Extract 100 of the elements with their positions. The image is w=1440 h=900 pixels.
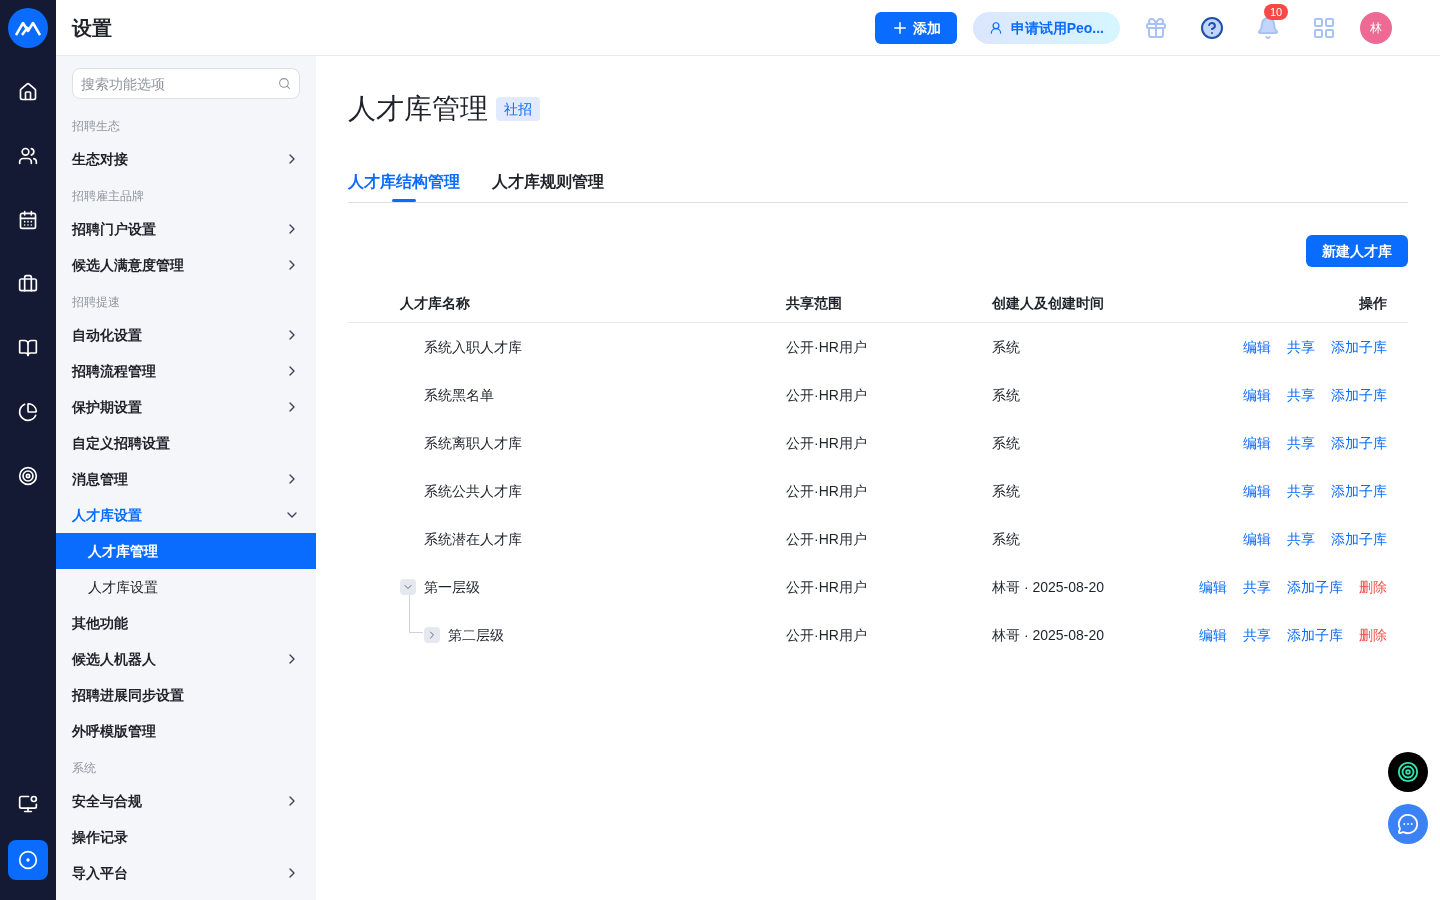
action-link[interactable]: 共享 [1287,481,1315,501]
sidebar-item[interactable]: 招聘门户设置 [56,211,316,247]
action-link[interactable]: 编辑 [1243,529,1271,549]
sidebar-item[interactable]: 自定义招聘设置 [56,425,316,461]
action-link[interactable]: 编辑 [1199,577,1227,597]
table-cell-text: 公开·HR用户 [786,578,868,597]
table-cell-text: 系统 [992,338,1021,357]
logo-icon [8,8,48,48]
monitor-icon [18,794,38,814]
action-link[interactable]: 共享 [1243,577,1271,597]
table-cell-text: 林哥 · 2025-08-20 [992,578,1106,597]
delete-link[interactable]: 删除 [1359,625,1387,645]
pie-chart-icon [18,402,38,422]
sidebar-item[interactable]: 导入平台 [56,855,316,891]
action-link[interactable]: 添加子库 [1331,481,1387,501]
sidebar-item[interactable]: 操作记录 [56,819,316,855]
new-talent-pool-button[interactable]: 新建人才库 [1306,235,1408,267]
table-cell-text: 系统 [992,482,1021,501]
briefcase-icon [18,274,38,294]
action-link[interactable]: 添加子库 [1287,625,1343,645]
table-cell-text: 系统 [992,386,1021,405]
table-cell-text: 公开·HR用户 [786,434,868,453]
chat-button[interactable] [1388,804,1428,844]
settings-button[interactable] [8,840,48,880]
target-icon [1397,761,1419,783]
sidebar-item[interactable]: 外呼模版管理 [56,713,316,749]
action-link[interactable]: 添加子库 [1331,337,1387,357]
action-link[interactable]: 添加子库 [1331,385,1387,405]
category-tag: 社招 [496,97,540,121]
action-link[interactable]: 编辑 [1243,337,1271,357]
settings-icon [18,850,38,870]
table-cell-text: 林哥 · 2025-08-20 [992,626,1106,645]
table-cell-text: 公开·HR用户 [786,338,868,357]
add-button[interactable]: 添加 [874,11,957,44]
column-header: 操作 [1358,293,1387,313]
table-cell-text: 公开·HR用户 [786,530,868,549]
table-cell-text: 系统 [992,530,1021,549]
trial-button[interactable]: 申请试用Peo... [972,11,1120,44]
action-link[interactable]: 编辑 [1243,385,1271,405]
table-cell-text: 系统潜在人才库 [424,530,522,549]
sidebar-item[interactable]: 消息管理 [56,461,316,497]
search-input[interactable]: 搜索功能选项 [81,73,278,94]
table-cell-text: 系统黑名单 [424,386,494,405]
action-link[interactable]: 编辑 [1243,481,1271,501]
calendar-icon [18,210,38,230]
tab[interactable]: 人才库结构管理 [348,170,460,202]
table-cell-text: 系统公共人才库 [424,482,522,501]
page-header-title: 设置 [72,15,112,41]
table-cell-text: 公开·HR用户 [786,626,868,645]
table-cell-text: 系统 [992,434,1021,453]
action-link[interactable]: 编辑 [1243,433,1271,453]
table-cell-text: 公开·HR用户 [786,482,868,501]
column-header: 人才库名称 [400,293,471,313]
group-label: 招聘雇主品牌 [72,188,144,204]
sidebar-item[interactable]: 自动化设置 [56,317,316,353]
action-link[interactable]: 添加子库 [1287,577,1343,597]
action-link[interactable]: 添加子库 [1331,529,1387,549]
group-label: 招聘提速 [72,294,120,310]
page-title: 人才库管理 [348,92,488,126]
action-link[interactable]: 共享 [1287,529,1315,549]
user-avatar[interactable]: 林 [1360,11,1392,44]
expand-toggle[interactable] [424,627,440,643]
action-link[interactable]: 共享 [1287,433,1315,453]
expand-toggle[interactable] [400,579,416,595]
sidebar-item[interactable]: 招聘流程管理 [56,353,316,389]
book-icon [18,338,38,358]
tab[interactable]: 人才库规则管理 [492,170,604,202]
action-link[interactable]: 共享 [1243,625,1271,645]
table-cell-text: 系统离职人才库 [424,434,522,453]
action-link[interactable]: 添加子库 [1331,433,1387,453]
sidebar-item[interactable]: 候选人满意度管理 [56,247,316,283]
people-icon [18,146,38,166]
sidebar-item[interactable]: 安全与合规 [56,783,316,819]
chat-icon [1397,813,1419,835]
target-icon [18,466,38,486]
search-icon [278,77,291,90]
column-header: 创建人及创建时间 [992,293,1105,313]
sidebar-item[interactable]: 保护期设置 [56,389,316,425]
sidebar-item[interactable]: 人才库设置 [56,497,316,533]
tree-connector-line [409,595,423,633]
bell-icon[interactable] [1256,15,1280,40]
action-link[interactable]: 编辑 [1199,625,1227,645]
action-link[interactable]: 共享 [1287,385,1315,405]
action-link[interactable]: 共享 [1287,337,1315,357]
sidebar-item[interactable]: 候选人机器人 [56,641,316,677]
delete-link[interactable]: 删除 [1359,577,1387,597]
search-field[interactable]: 搜索功能选项 [72,68,300,99]
assistant-button[interactable] [1388,752,1428,792]
sidebar-item[interactable]: 招聘进展同步设置 [56,677,316,713]
sidebar-item[interactable]: 生态对接 [56,141,316,177]
help-icon[interactable] [1200,15,1224,40]
notification-badge: 10 [1264,3,1289,20]
table-cell-text: 第二层级 [448,626,504,645]
sidebar-subitem[interactable]: 人才库设置 [56,569,316,605]
sidebar-item[interactable]: 其他功能 [56,605,316,641]
group-label: 招聘生态 [72,118,120,134]
sidebar-subitem[interactable]: 人才库管理 [56,533,316,569]
group-label: 系统 [72,760,96,776]
table-cell-text: 第一层级 [424,578,480,597]
table-cell-text: 公开·HR用户 [786,386,868,405]
